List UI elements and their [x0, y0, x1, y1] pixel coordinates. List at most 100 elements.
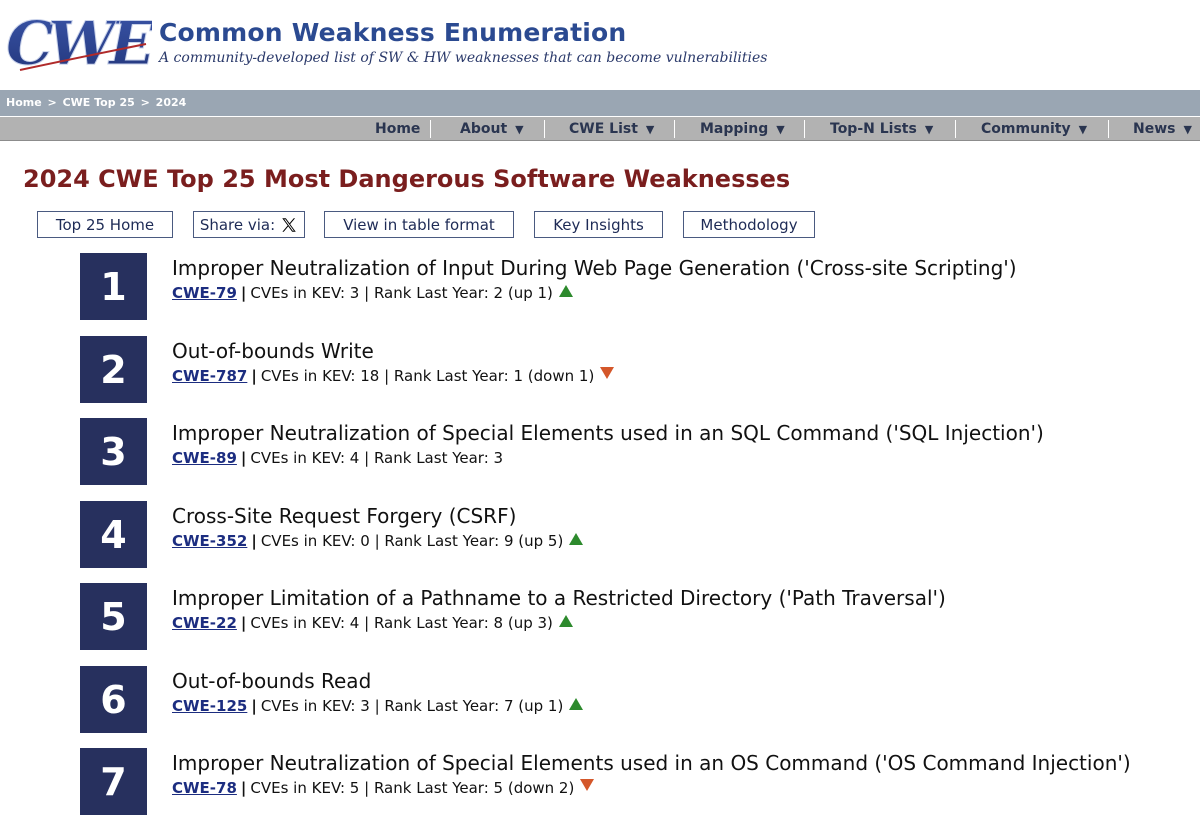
rank-badge: 6: [80, 666, 147, 733]
breadcrumb-current: 2024: [155, 96, 187, 109]
site-title[interactable]: Common Weakness Enumeration: [159, 18, 626, 47]
breadcrumb: Home > CWE Top 25 > 2024: [6, 96, 186, 109]
trend-up-icon: [569, 533, 584, 545]
svg-text:CWE: CWE: [6, 14, 152, 72]
site-header: CWE Common Weakness Enumeration A commun…: [0, 0, 1200, 90]
meta-separator: |: [240, 449, 247, 467]
weakness-title: Improper Neutralization of Input During …: [172, 256, 1017, 280]
key-insights-button[interactable]: Key Insights: [534, 211, 663, 238]
rank-last-year: Rank Last Year: 8 (up 3): [373, 614, 553, 632]
meta-separator: |: [359, 449, 374, 467]
cwe-id-link[interactable]: CWE-125: [172, 697, 247, 715]
trend-down-icon: [600, 367, 615, 379]
rank-last-year: Rank Last Year: 1 (down 1): [393, 367, 595, 385]
list-item: 6 Out-of-bounds Read CWE-125 | CVEs in KEV: …: [80, 666, 1190, 734]
rank-badge: 5: [80, 583, 147, 650]
chevron-down-icon: ▼: [924, 123, 934, 136]
weakness-meta: CWE-22 | CVEs in KEV: 4 | Rank Last Year: …: [172, 614, 573, 632]
chevron-down-icon: ▼: [645, 123, 655, 136]
rank-last-year: Rank Last Year: 9 (up 5): [384, 532, 564, 550]
breadcrumb-separator: >: [47, 96, 57, 109]
nav-divider: [544, 120, 545, 138]
page-title: 2024 CWE Top 25 Most Dangerous Software …: [23, 165, 791, 193]
meta-separator: |: [359, 779, 374, 797]
trend-up-icon: [569, 698, 584, 710]
table-format-button[interactable]: View in table format: [324, 211, 514, 238]
nav-top-n-lists[interactable]: Top-N Lists ▼: [830, 121, 933, 137]
breadcrumb-bar: Home > CWE Top 25 > 2024: [0, 90, 1200, 116]
list-item: 3 Improper Neutralization of Special Elem…: [80, 418, 1190, 486]
chevron-down-icon: ▼: [776, 123, 785, 136]
share-via-button[interactable]: Share via:: [193, 211, 305, 238]
meta-separator: |: [369, 532, 385, 550]
nav-mapping[interactable]: Mapping ▼: [700, 121, 785, 137]
chevron-down-icon: ▼: [1078, 123, 1088, 136]
main-nav: Home About ▼ CWE List ▼ Mapping ▼ Top-N Lis…: [0, 117, 1200, 141]
breadcrumb-top25[interactable]: CWE Top 25: [63, 96, 135, 109]
nav-cwe-list[interactable]: CWE List ▼: [569, 121, 654, 137]
nav-divider: [674, 120, 675, 138]
meta-separator: |: [359, 284, 374, 302]
nav-about[interactable]: About ▼: [460, 121, 524, 137]
rank-badge: 7: [80, 748, 147, 815]
list-item: 7 Improper Neutralization of Special Elem…: [80, 748, 1190, 816]
x-logo-icon[interactable]: [280, 216, 298, 234]
rank-badge: 2: [80, 336, 147, 403]
list-item: 1 Improper Neutralization of Input During…: [80, 253, 1190, 321]
kev-count: CVEs in KEV: 4: [250, 614, 360, 632]
nav-divider: [804, 120, 805, 138]
breadcrumb-separator: >: [140, 96, 150, 109]
cwe-id-link[interactable]: CWE-79: [172, 284, 237, 302]
trend-down-icon: [580, 779, 595, 791]
rank-badge: 3: [80, 418, 147, 485]
kev-count: CVEs in KEV: 3: [250, 284, 360, 302]
weakness-title: Improper Neutralization of Special Eleme…: [172, 751, 1131, 775]
cwe-id-link[interactable]: CWE-78: [172, 779, 237, 797]
site-tagline: A community-developed list of SW & HW we…: [159, 50, 768, 66]
cwe-id-link[interactable]: CWE-352: [172, 532, 247, 550]
cwe-logo[interactable]: CWE: [6, 14, 152, 72]
kev-count: CVEs in KEV: 5: [250, 779, 360, 797]
chevron-down-icon: ▼: [515, 123, 524, 136]
rank-last-year: Rank Last Year: 5 (down 2): [373, 779, 575, 797]
breadcrumb-home[interactable]: Home: [6, 96, 42, 109]
meta-separator: |: [359, 614, 374, 632]
weakness-meta: CWE-125 | CVEs in KEV: 3 | Rank Last Year:…: [172, 697, 584, 715]
meta-separator: |: [240, 284, 247, 302]
cwe-id-link[interactable]: CWE-89: [172, 449, 237, 467]
weakness-title: Improper Limitation of a Pathname to a R…: [172, 586, 946, 610]
weakness-title: Out-of-bounds Write: [172, 339, 374, 363]
list-item: 4 Cross-Site Request Forgery (CSRF) CWE-35…: [80, 501, 1190, 569]
rank-last-year: Rank Last Year: 3: [373, 449, 504, 467]
rank-last-year: Rank Last Year: 7 (up 1): [384, 697, 564, 715]
cwe-id-link[interactable]: CWE-787: [172, 367, 247, 385]
nav-community[interactable]: Community ▼: [981, 121, 1087, 137]
list-item: 2 Out-of-bounds Write CWE-787 | CVEs in KEV:…: [80, 336, 1190, 404]
nav-divider: [430, 120, 431, 138]
cwe-id-link[interactable]: CWE-22: [172, 614, 237, 632]
list-item: 5 Improper Limitation of a Pathname to a …: [80, 583, 1190, 651]
methodology-button[interactable]: Methodology: [683, 211, 815, 238]
meta-separator: |: [379, 367, 394, 385]
nav-home[interactable]: Home: [375, 121, 420, 137]
rank-badge: 4: [80, 501, 147, 568]
share-via-label: Share via:: [199, 215, 276, 234]
chevron-down-icon: ▼: [1183, 123, 1192, 136]
trend-up-icon: [558, 285, 573, 297]
meta-separator: |: [251, 697, 257, 715]
weakness-title: Out-of-bounds Read: [172, 669, 372, 693]
weakness-meta: CWE-79 | CVEs in KEV: 3 | Rank Last Year: …: [172, 284, 573, 302]
nav-news[interactable]: News ▼: [1133, 121, 1192, 137]
weakness-title: Improper Neutralization of Special Eleme…: [172, 421, 1044, 445]
rank-badge: 1: [80, 253, 147, 320]
weakness-meta: CWE-787 | CVEs in KEV: 18 | Rank Last Year…: [172, 367, 615, 385]
top25-home-button[interactable]: Top 25 Home: [37, 211, 173, 238]
meta-separator: |: [240, 614, 247, 632]
weakness-meta: CWE-78 | CVEs in KEV: 5 | Rank Last Year: …: [172, 779, 595, 797]
meta-separator: |: [240, 779, 247, 797]
nav-divider: [1108, 120, 1109, 138]
meta-separator: |: [369, 697, 385, 715]
weakness-meta: CWE-89 | CVEs in KEV: 4 | Rank Last Year: …: [172, 449, 503, 467]
kev-count: CVEs in KEV: 18: [260, 367, 380, 385]
meta-separator: |: [251, 367, 257, 385]
